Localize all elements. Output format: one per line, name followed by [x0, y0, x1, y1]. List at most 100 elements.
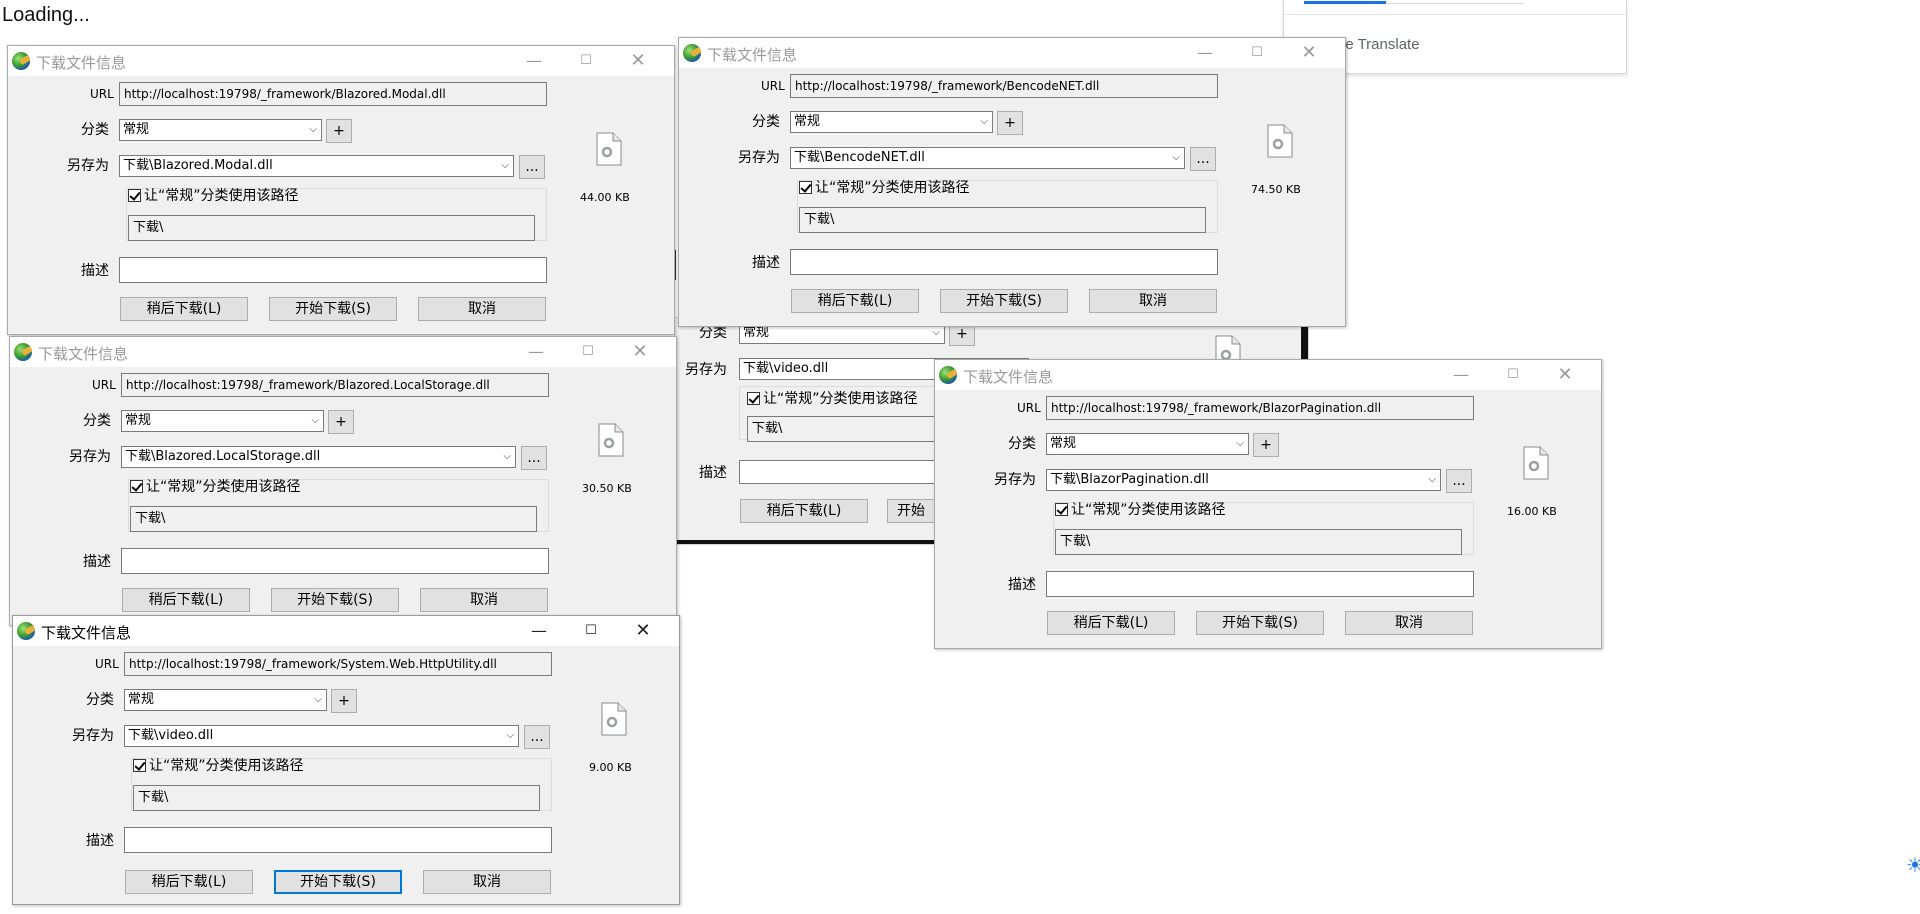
- file-gear-icon: [598, 423, 624, 457]
- url-field[interactable]: http://localhost:19798/_framework/Bencod…: [790, 74, 1218, 98]
- browse-button[interactable]: ...: [519, 155, 545, 179]
- add-category-button[interactable]: +: [328, 410, 354, 434]
- browse-button[interactable]: ...: [524, 725, 550, 749]
- maximize-icon[interactable]: ☐: [1495, 363, 1531, 387]
- file-gear-icon: [1523, 446, 1549, 480]
- translate-tab-active[interactable]: [1304, 1, 1386, 4]
- save-as-select[interactable]: 下载\Blazored.Modal.dll ⌵: [119, 155, 514, 177]
- file-gear-icon: [601, 702, 627, 736]
- download-dialog-blazored-modal[interactable]: 下载文件信息 — ☐ ✕ URL http://localhost:19798/…: [7, 45, 675, 335]
- download-dialog-blazored-localstorage[interactable]: 下载文件信息 — ☐ ✕ URL http://localhost:19798/…: [9, 336, 677, 626]
- url-field[interactable]: http://localhost:19798/_framework/System…: [124, 652, 552, 676]
- browse-button[interactable]: ...: [1446, 469, 1472, 493]
- minimize-icon[interactable]: —: [1443, 363, 1479, 387]
- title-bar[interactable]: 下载文件信息 — ☐ ✕: [8, 46, 674, 76]
- ghost-later-button[interactable]: 稍后下载(L): [740, 499, 868, 523]
- minimize-icon[interactable]: —: [518, 340, 554, 364]
- browse-button[interactable]: ...: [521, 446, 547, 470]
- category-select[interactable]: 常规 ⌵: [121, 410, 324, 432]
- browse-button[interactable]: ...: [1190, 147, 1216, 171]
- cancel-button[interactable]: 取消: [418, 297, 546, 321]
- start-button[interactable]: 开始下载(S): [271, 588, 399, 612]
- checkbox-checked-icon: [128, 189, 141, 202]
- later-button[interactable]: 稍后下载(L): [1047, 611, 1175, 635]
- dialog-title: 下载文件信息: [41, 624, 132, 642]
- ghost-save-as-label: 另存为: [685, 362, 727, 378]
- save-as-label: 另存为: [72, 728, 114, 744]
- url-label: URL: [95, 657, 119, 671]
- description-input[interactable]: [124, 827, 552, 853]
- maximize-icon[interactable]: ☐: [573, 619, 609, 643]
- url-field[interactable]: http://localhost:19798/_framework/Blazor…: [119, 82, 547, 106]
- category-label: 分类: [1008, 436, 1036, 452]
- url-field[interactable]: http://localhost:19798/_framework/Blazor…: [121, 373, 549, 397]
- title-bar[interactable]: 下载文件信息 — ☐ ✕: [13, 616, 679, 646]
- ghost-use-path-checkbox[interactable]: 让“常规”分类使用该路径: [747, 388, 918, 408]
- use-path-checkbox[interactable]: 让“常规”分类使用该路径: [799, 177, 970, 197]
- save-as-select[interactable]: 下载\Blazored.LocalStorage.dll ⌵: [121, 446, 516, 468]
- ghost-start-button[interactable]: 开始: [887, 499, 935, 523]
- start-button[interactable]: 开始下载(S): [269, 297, 397, 321]
- save-as-select[interactable]: 下载\BencodeNET.dll ⌵: [790, 147, 1185, 169]
- cancel-button[interactable]: 取消: [1089, 289, 1217, 313]
- download-dialog-bencodenet[interactable]: 下载文件信息 — ☐ ✕ URL http://localhost:19798/…: [678, 37, 1346, 327]
- category-select[interactable]: 常规 ⌵: [790, 111, 993, 133]
- title-bar[interactable]: 下载文件信息 — ☐ ✕: [935, 360, 1601, 390]
- category-select[interactable]: 常规 ⌵: [1046, 433, 1249, 455]
- later-button[interactable]: 稍后下载(L): [120, 297, 248, 321]
- start-button[interactable]: 开始下载(S): [274, 870, 402, 894]
- add-category-button[interactable]: +: [997, 111, 1023, 135]
- minimize-icon[interactable]: —: [521, 619, 557, 643]
- use-path-checkbox[interactable]: 让“常规”分类使用该路径: [130, 476, 301, 496]
- later-button[interactable]: 稍后下载(L): [791, 289, 919, 313]
- title-bar[interactable]: 下载文件信息 — ☐ ✕: [679, 38, 1345, 68]
- translate-separator: [1284, 14, 1626, 15]
- maximize-icon[interactable]: ☐: [1239, 41, 1275, 65]
- use-path-checkbox[interactable]: 让“常规”分类使用该路径: [128, 185, 299, 205]
- cancel-button[interactable]: 取消: [423, 870, 551, 894]
- dropdown-arrow-icon: ⌵: [1172, 152, 1180, 163]
- settings-sun-icon[interactable]: ☀: [1906, 853, 1920, 877]
- add-category-button[interactable]: +: [326, 119, 352, 143]
- category-label: 分类: [83, 413, 111, 429]
- maximize-icon[interactable]: ☐: [568, 49, 604, 73]
- save-as-select[interactable]: 下载\BlazorPagination.dll ⌵: [1046, 469, 1441, 491]
- dropdown-arrow-icon: ⌵: [309, 124, 317, 135]
- cancel-button[interactable]: 取消: [1345, 611, 1473, 635]
- description-label: 描述: [1008, 577, 1036, 593]
- description-input[interactable]: [1046, 571, 1474, 597]
- category-select[interactable]: 常规 ⌵: [119, 119, 322, 141]
- url-field[interactable]: http://localhost:19798/_framework/Blazor…: [1046, 396, 1474, 420]
- close-icon[interactable]: ✕: [1547, 363, 1583, 387]
- description-input[interactable]: [121, 548, 549, 574]
- dropdown-arrow-icon: ⌵: [1236, 438, 1244, 449]
- add-category-button[interactable]: +: [1253, 433, 1279, 457]
- minimize-icon[interactable]: —: [1187, 41, 1223, 65]
- close-icon[interactable]: ✕: [622, 340, 658, 364]
- path-field: 下载\: [1055, 529, 1462, 555]
- use-path-checkbox[interactable]: 让“常规”分类使用该路径: [133, 755, 304, 775]
- ghost-description-input[interactable]: [739, 460, 939, 484]
- close-icon[interactable]: ✕: [1291, 41, 1327, 65]
- category-select[interactable]: 常规 ⌵: [124, 689, 327, 711]
- start-button[interactable]: 开始下载(S): [940, 289, 1068, 313]
- use-path-checkbox[interactable]: 让“常规”分类使用该路径: [1055, 499, 1226, 519]
- description-input[interactable]: [119, 257, 547, 283]
- title-bar[interactable]: 下载文件信息 — ☐ ✕: [10, 337, 676, 367]
- save-as-select[interactable]: 下载\video.dll ⌵: [124, 725, 519, 747]
- close-icon[interactable]: ✕: [620, 49, 656, 73]
- maximize-icon[interactable]: ☐: [570, 340, 606, 364]
- category-label: 分类: [81, 122, 109, 138]
- start-button[interactable]: 开始下载(S): [1196, 611, 1324, 635]
- path-field: 下载\: [130, 506, 537, 532]
- close-icon[interactable]: ✕: [625, 619, 661, 643]
- description-input[interactable]: [790, 249, 1218, 275]
- later-button[interactable]: 稍后下载(L): [125, 870, 253, 894]
- category-label: 分类: [86, 692, 114, 708]
- later-button[interactable]: 稍后下载(L): [122, 588, 250, 612]
- minimize-icon[interactable]: —: [516, 49, 552, 73]
- download-dialog-blazorpagination[interactable]: 下载文件信息 — ☐ ✕ URL http://localhost:19798/…: [934, 359, 1602, 649]
- cancel-button[interactable]: 取消: [420, 588, 548, 612]
- download-dialog-system-web-httputility[interactable]: 下载文件信息 — ☐ ✕ URL http://localhost:19798/…: [12, 615, 680, 905]
- add-category-button[interactable]: +: [331, 689, 357, 713]
